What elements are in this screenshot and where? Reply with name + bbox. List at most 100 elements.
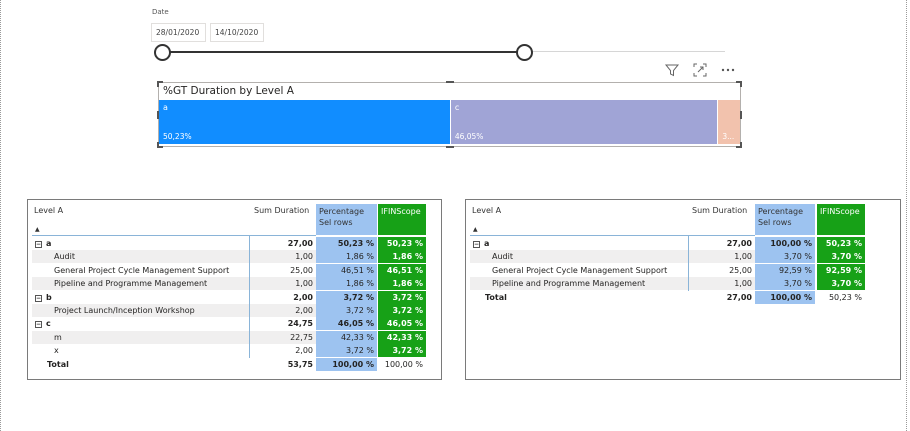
ifinscope-cell: 42,33 % — [378, 330, 426, 344]
resize-handle-tl[interactable] — [157, 81, 163, 87]
matrix-level-a-filtered[interactable]: Level A ▲ Sum Duration Percentage Sel rows IF… — [465, 199, 901, 380]
bar-segment[interactable]: 3... — [718, 100, 740, 144]
start-date-input[interactable]: 28/01/2020 — [151, 23, 206, 42]
ifinscope-cell: 46,51 % — [378, 263, 426, 277]
bar-segment-label: a — [163, 103, 168, 112]
row-label-text: m — [54, 332, 62, 342]
sum-duration-cell: 1,00 — [734, 252, 752, 262]
table-row[interactable]: Pipeline and Programme Management 1,00 3,7… — [466, 277, 900, 291]
resize-handle-br[interactable] — [736, 142, 742, 148]
collapse-icon[interactable]: − — [35, 321, 42, 329]
sum-duration-cell: 1,00 — [295, 252, 313, 262]
row-label-text: Pipeline and Programme Management — [54, 279, 208, 289]
slider-handle-end[interactable] — [516, 44, 533, 61]
collapse-icon[interactable]: − — [35, 294, 42, 302]
resize-handle-top[interactable] — [446, 81, 454, 87]
bar-segment-value: 3... — [722, 132, 735, 141]
resize-handle-bottom[interactable] — [446, 142, 454, 148]
row-label: Pipeline and Programme Management — [54, 277, 249, 290]
table-row[interactable]: General Project Cycle Management Support… — [466, 263, 900, 277]
resize-handle-right[interactable] — [736, 111, 742, 119]
filter-icon[interactable] — [664, 62, 680, 78]
column-header-level[interactable]: Level A — [472, 206, 501, 215]
group-row[interactable]: − a 27,00 100,00 % 50,23 % — [466, 237, 900, 250]
percentage-cell: 3,70 % — [755, 277, 815, 291]
table-row[interactable]: Audit 1,00 1,86 % 1,86 % — [28, 250, 441, 264]
ifinscope-cell: 92,59 % — [817, 263, 865, 277]
stacked-bar-chart[interactable]: %GT Duration by Level A a 50,23% c 46,05% 3.… — [157, 81, 742, 148]
collapse-icon[interactable]: − — [473, 241, 480, 248]
percentage-cell: 3,70 % — [755, 250, 815, 264]
sort-ascending-icon[interactable]: ▲ — [35, 226, 40, 233]
group-row[interactable]: − c 24,75 46,05 % 46,05 % — [28, 317, 441, 331]
row-label: Pipeline and Programme Management — [492, 277, 688, 290]
focus-mode-icon[interactable] — [692, 62, 708, 78]
sum-duration-cell: 25,00 — [729, 265, 752, 275]
row-label: Audit — [492, 250, 688, 263]
header-separator — [470, 235, 755, 236]
bar-segment-value: 50,23% — [163, 132, 192, 141]
row-label-text: a — [46, 239, 52, 248]
table-row[interactable]: Pipeline and Programme Management 1,00 1,8… — [28, 277, 441, 291]
slider-track — [525, 51, 725, 52]
total-row[interactable]: Total 53,75 100,00 % 100,00 % — [28, 357, 441, 371]
row-label: Total — [485, 291, 688, 304]
percentage-cell: 92,59 % — [755, 263, 815, 277]
table-row[interactable]: m 22,75 42,33 % 42,33 % — [28, 330, 441, 344]
ifinscope-cell: 3,70 % — [817, 277, 865, 291]
column-header-ifinscope[interactable]: IFINScope — [817, 204, 865, 235]
column-header-percentage[interactable]: Percentage Sel rows — [755, 204, 815, 235]
bar-segment[interactable]: a 50,23% — [159, 100, 450, 144]
column-header-percentage-line1: Percentage — [319, 207, 365, 216]
resize-handle-left[interactable] — [157, 111, 163, 119]
percentage-cell: 3,72 % — [316, 344, 377, 358]
chart-title: %GT Duration by Level A — [163, 85, 294, 97]
column-header-sum-duration[interactable]: Sum Duration — [254, 206, 309, 215]
sum-duration-cell: 2,00 — [293, 292, 313, 302]
group-row[interactable]: − b 2,00 3,72 % 3,72 % — [28, 290, 441, 304]
bar-segment[interactable]: c 46,05% — [450, 100, 718, 144]
sum-duration-cell: 25,00 — [290, 265, 313, 275]
ifinscope-cell: 100,00 % — [384, 359, 423, 369]
column-header-percentage[interactable]: Percentage Sel rows — [316, 204, 377, 235]
column-header-sum-duration[interactable]: Sum Duration — [692, 206, 747, 215]
row-label: − c — [35, 317, 249, 330]
slider-handle-start[interactable] — [154, 44, 171, 61]
percentage-cell: 1,86 % — [316, 250, 377, 264]
percentage-cell: 46,05 % — [316, 317, 377, 331]
matrix-level-a-all[interactable]: Level A ▲ Sum Duration Percentage Sel rows IF… — [27, 199, 442, 380]
more-options-icon[interactable] — [720, 62, 736, 78]
table-row[interactable]: x 2,00 3,72 % 3,72 % — [28, 344, 441, 358]
sum-duration-cell: 1,00 — [295, 279, 313, 289]
column-header-ifinscope[interactable]: IFINScope — [378, 204, 426, 235]
row-label-text: Audit — [54, 252, 75, 262]
slider-track-selected[interactable] — [163, 51, 525, 53]
visual-header — [664, 62, 744, 78]
sum-duration-cell: 27,00 — [726, 239, 752, 248]
column-header-level[interactable]: Level A — [34, 206, 63, 215]
table-row[interactable]: Project Launch/Inception Workshop 2,00 3,7… — [28, 304, 441, 317]
canvas-border-right — [906, 0, 907, 431]
ifinscope-cell: 3,70 % — [817, 250, 865, 264]
total-row[interactable]: Total 27,00 100,00 % 50,23 % — [466, 290, 900, 304]
ifinscope-cell: 1,86 % — [378, 277, 426, 291]
sort-ascending-icon[interactable]: ▲ — [473, 226, 478, 233]
column-divider — [688, 235, 689, 291]
ifinscope-cell: 50,23 % — [817, 237, 865, 250]
row-label: − a — [473, 237, 688, 250]
resize-handle-tr[interactable] — [736, 81, 742, 87]
table-row[interactable]: General Project Cycle Management Support… — [28, 263, 441, 277]
group-row[interactable]: − a 27,00 50,23 % 50,23 % — [28, 237, 441, 250]
resize-handle-bl[interactable] — [157, 142, 163, 148]
row-label-text: a — [484, 239, 490, 248]
ifinscope-cell: 1,86 % — [378, 250, 426, 264]
collapse-icon[interactable]: − — [35, 241, 42, 248]
table-row[interactable]: Audit 1,00 3,70 % 3,70 % — [466, 250, 900, 264]
end-date-input[interactable]: 14/10/2020 — [210, 23, 264, 42]
row-label-text: x — [54, 346, 59, 356]
sum-duration-cell: 24,75 — [287, 319, 313, 329]
sum-duration-cell: 27,00 — [287, 239, 313, 248]
row-label: General Project Cycle Management Support — [54, 264, 249, 277]
row-label-text: b — [46, 292, 52, 302]
row-label-text: Pipeline and Programme Management — [492, 279, 646, 289]
